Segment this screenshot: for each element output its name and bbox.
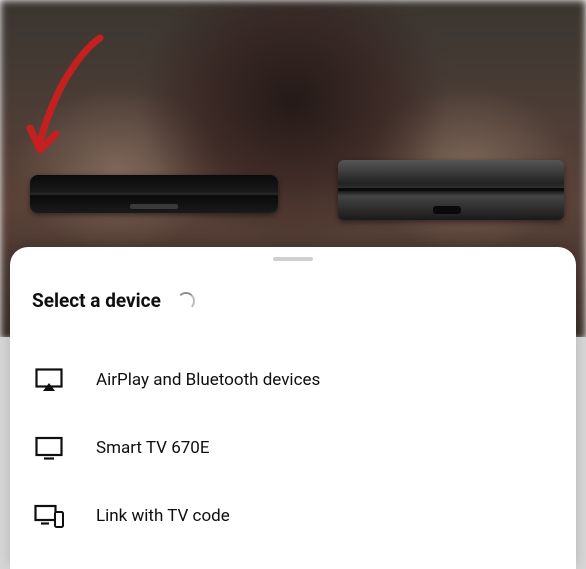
device-label: AirPlay and Bluetooth devices — [96, 370, 320, 390]
device-item-smart-tv[interactable]: Smart TV 670E — [10, 414, 576, 482]
sheet-grabber[interactable] — [273, 257, 313, 261]
link-tv-icon — [34, 502, 64, 530]
airplay-icon — [34, 366, 64, 394]
cast-device-sheet: Select a device AirPlay and Bluetooth de… — [10, 247, 576, 569]
annotation-arrow-icon — [22, 30, 112, 160]
device-label: Link with TV code — [96, 506, 230, 526]
device-list: AirPlay and Bluetooth devices Smart TV 6… — [10, 338, 576, 558]
video-content-phone-right — [338, 160, 564, 220]
device-label: Smart TV 670E — [96, 438, 210, 458]
tv-icon — [34, 434, 64, 462]
video-content-phone-left — [30, 175, 278, 213]
loading-spinner-icon — [177, 292, 195, 310]
device-item-link-code[interactable]: Link with TV code — [10, 482, 576, 550]
sheet-title: Select a device — [32, 289, 161, 312]
device-item-airplay[interactable]: AirPlay and Bluetooth devices — [10, 346, 576, 414]
sheet-header: Select a device — [10, 289, 576, 338]
